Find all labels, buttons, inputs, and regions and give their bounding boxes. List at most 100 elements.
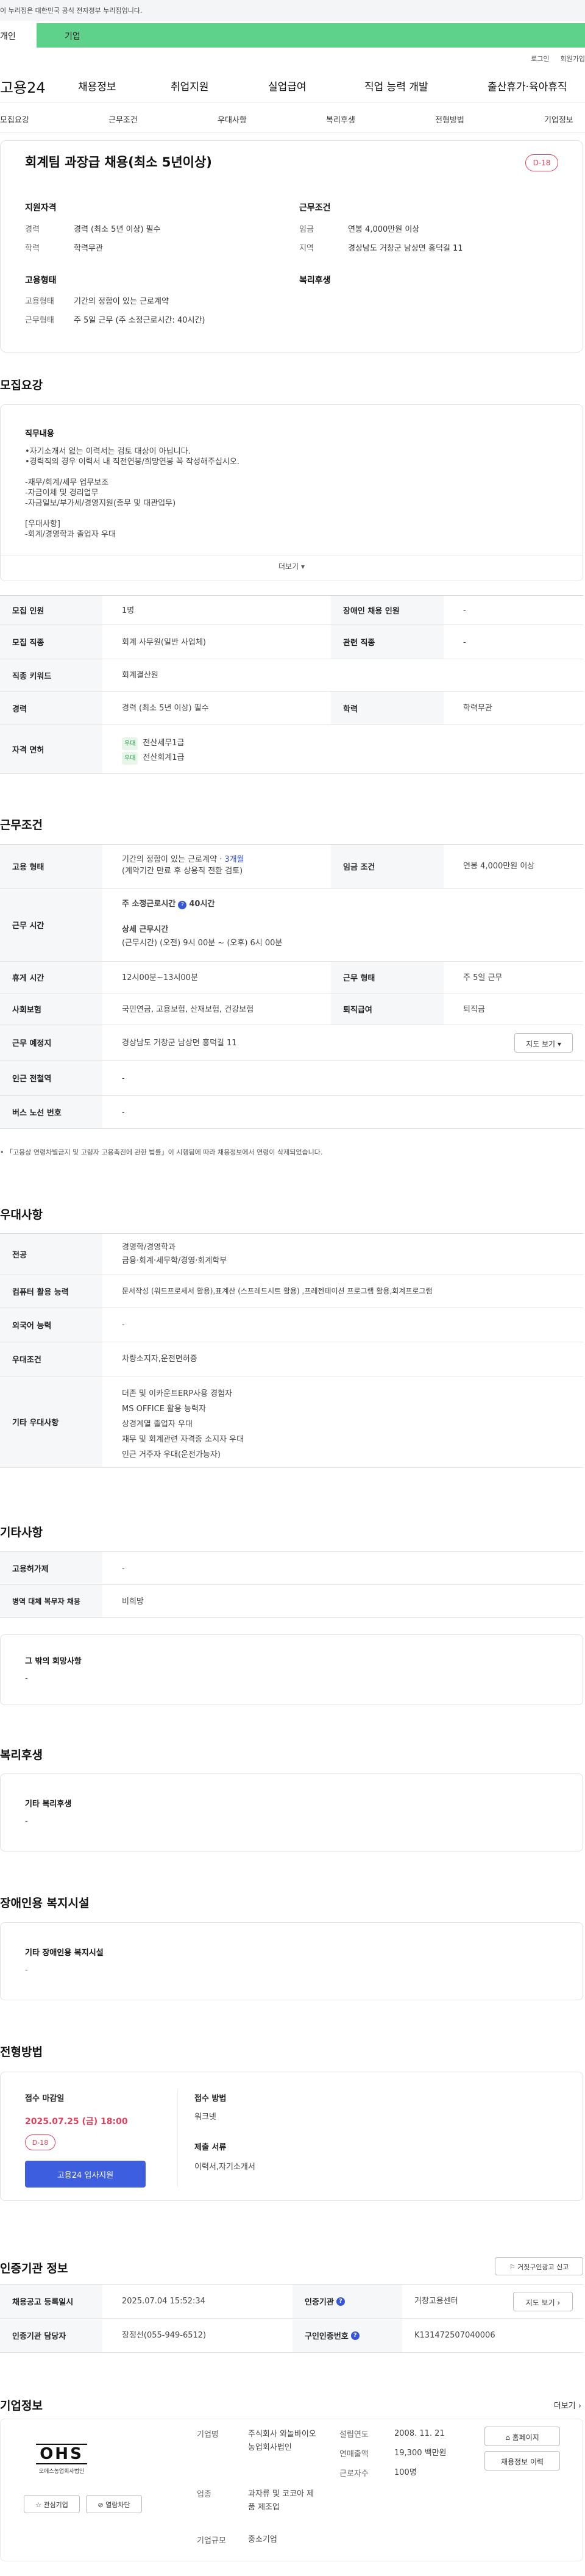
license-item: 우대 전산세무1급 xyxy=(122,737,184,750)
row-label: 직종 키워드 xyxy=(0,659,102,691)
row-value: 회계 사무원(일반 사업체) xyxy=(122,638,207,647)
row-value: - xyxy=(122,1108,125,1117)
star-icon: ☆ xyxy=(35,2501,41,2509)
menu-jobs[interactable]: 채용정보 xyxy=(78,78,116,93)
etc-table: 고용허가제 - 병역 대체 복무자 채용 비희망 xyxy=(0,1551,583,1618)
name-label: 기업명 xyxy=(197,2430,219,2439)
method-label: 접수 방법 xyxy=(194,2094,227,2103)
label: 지역 xyxy=(299,244,314,253)
row-value: 12시00분~13시00분 xyxy=(122,973,198,982)
table-row: 근무 예정지 경상남도 거창군 남상면 홍덕길 11 지도 보기 ▾ xyxy=(0,1025,583,1061)
table-row: 전공 경영학/경영학과 금융·회계·세무학/경영·회계학부 xyxy=(0,1234,583,1275)
table-row: 자격 면허 우대 전산세무1급 우대 전산회계1급 xyxy=(0,725,583,774)
row-label: 사회보험 xyxy=(0,993,102,1025)
menu-employment-support[interactable]: 취업지원 xyxy=(171,78,209,93)
row-value: 회계결산원 xyxy=(122,671,158,680)
emp-heading: 고용형태 xyxy=(25,276,57,285)
welfare-value: - xyxy=(25,1817,28,1826)
row-label: 버스 노선 번호 xyxy=(0,1096,102,1128)
map-button[interactable]: 지도 보기 ▾ xyxy=(514,1033,573,1053)
sales-value: 19,300 백만원 xyxy=(394,2449,447,2458)
report-fake-ad-button[interactable]: ⚐ 거짓구인광고 신고 xyxy=(495,2257,583,2275)
menu-training[interactable]: 직업 능력 개발 xyxy=(364,78,428,93)
section-title-welfare: 복리후생 xyxy=(0,1748,43,1762)
license-badge: 우대 xyxy=(122,752,138,765)
contract-months: 3개월 xyxy=(224,855,244,864)
site-logo[interactable]: 고용24 xyxy=(0,76,46,97)
menu-leave[interactable]: 출산휴가·육아휴직 xyxy=(488,78,567,93)
license-badge: 우대 xyxy=(122,737,138,750)
emp-type: 기간의 정함이 있는 근로계약 · xyxy=(122,855,225,864)
section-title-preference: 우대사항 xyxy=(0,1208,43,1222)
welfare-heading: 기타 복리후생 xyxy=(25,1800,72,1809)
row-label: 고용 형태 xyxy=(0,845,102,888)
est-label: 설립연도 xyxy=(339,2430,369,2439)
dday-badge: D-18 xyxy=(525,154,558,171)
table-row: 근무 시간 주 소정근로시간? 40시간 상세 근무시간 (근무시간) (오전)… xyxy=(0,889,583,962)
value: 기간의 정함이 있는 근로계약 xyxy=(74,297,169,306)
job-history-button[interactable]: 채용정보 이력 xyxy=(484,2451,560,2470)
section-title-company: 기업정보 xyxy=(0,2399,43,2413)
duty-more-button[interactable]: 더보기 ▾ xyxy=(1,561,583,571)
row-label: 근무 형태 xyxy=(331,962,444,993)
label: 근무형태 xyxy=(25,316,54,325)
company-more-link[interactable]: 더보기 › xyxy=(554,2399,581,2411)
label: 학력 xyxy=(25,244,40,253)
company-logo: OHS 오에스농업회사법인 xyxy=(31,2444,92,2486)
welfare-box: 기타 복리후생 - xyxy=(0,1773,583,1852)
table-row: 사회보험 국민연금, 고용보험, 산재보험, 건강보험 퇴직급여 퇴직금 xyxy=(0,993,583,1025)
qual-heading: 지원자격 xyxy=(25,203,57,213)
help-icon[interactable]: ? xyxy=(178,901,187,909)
row-label: 인증기관? xyxy=(292,2284,402,2318)
snb-screening[interactable]: 전형방법 xyxy=(435,113,464,125)
row-value: 차량소지자,운전면허증 xyxy=(122,1354,197,1364)
help-icon[interactable]: ? xyxy=(336,2297,345,2306)
screening-box: 접수 마감일 2025.07.25 (금) 18:00 D-18 고용24 입사… xyxy=(0,2072,583,2201)
section-title-recruit: 모집요강 xyxy=(0,379,43,392)
table-row: 모집 직종 회계 사무원(일반 사업체) 관련 직종 - xyxy=(0,625,583,659)
row-value: 1명 xyxy=(122,606,135,615)
est-value: 2008. 11. 21 xyxy=(394,2429,445,2438)
table-row: 채용공고 등록일시 2025.07.04 15:52:34 인증기관? 거창고용… xyxy=(0,2284,583,2319)
row-label: 학력 xyxy=(331,692,444,724)
favorite-company-button[interactable]: ☆ 관심기업 xyxy=(24,2495,80,2513)
row-value: K131472507040006 xyxy=(414,2331,495,2340)
block-company-button[interactable]: ⊘ 열람차단 xyxy=(86,2495,142,2513)
row-value: - xyxy=(463,606,466,615)
week-hours-value: 40시간 xyxy=(189,900,215,909)
table-row: 병역 대체 복무자 채용 비희망 xyxy=(0,1585,583,1618)
snb-recruit[interactable]: 모집요강 xyxy=(0,113,29,125)
menu-unemployment[interactable]: 실업급여 xyxy=(268,78,307,93)
row-label: 채용공고 등록일시 xyxy=(0,2284,102,2318)
row-value: 비희망 xyxy=(122,1597,144,1606)
week-hours-label: 주 소정근로시간 xyxy=(122,900,176,909)
homepage-button[interactable]: ⌂ 홈페이지 xyxy=(484,2427,560,2446)
row-label: 인증기관 담당자 xyxy=(0,2319,102,2352)
snb-preference[interactable]: 우대사항 xyxy=(218,113,247,125)
tab-personal[interactable]: 개인 xyxy=(0,23,37,48)
license-name: 전산회계1급 xyxy=(143,753,185,762)
size-value: 중소기업 xyxy=(248,2535,277,2544)
section-tabs: 모집요강 근무조건 우대사항 복리후생 전형방법 기업정보 xyxy=(0,102,585,133)
row-value: 학력무관 xyxy=(463,704,492,713)
row-label: 모집 직종 xyxy=(0,625,102,659)
snb-company[interactable]: 기업정보 xyxy=(544,113,573,125)
welfare-heading: 복리후생 xyxy=(299,276,331,285)
snb-conditions[interactable]: 근무조건 xyxy=(108,113,138,125)
snb-welfare[interactable]: 복리후생 xyxy=(326,113,355,125)
row-label: 임금 조건 xyxy=(331,845,444,888)
chevron-right-icon: › xyxy=(557,2299,561,2307)
row-label: 근무 예정지 xyxy=(0,1025,102,1060)
employees-value: 100명 xyxy=(394,2468,417,2477)
join-link[interactable]: 회원가입 xyxy=(561,55,585,63)
tab-company[interactable]: 기업 xyxy=(37,23,585,48)
deadline-value: 2025.07.25 (금) 18:00 xyxy=(25,2117,128,2127)
docs-label: 제출 서류 xyxy=(194,2143,227,2152)
help-icon[interactable]: ? xyxy=(350,2331,360,2340)
login-link[interactable]: 로그인 xyxy=(531,55,549,63)
apply-button[interactable]: 고용24 입사지원 xyxy=(25,2161,146,2188)
value: 경상남도 거창군 남상면 홍덕길 11 xyxy=(348,244,463,253)
map-label: 지도 보기 xyxy=(526,1040,556,1048)
section-title-disability: 장애인용 복지시설 xyxy=(0,1897,90,1910)
agency-map-button[interactable]: 지도 보기 › xyxy=(513,2292,573,2311)
